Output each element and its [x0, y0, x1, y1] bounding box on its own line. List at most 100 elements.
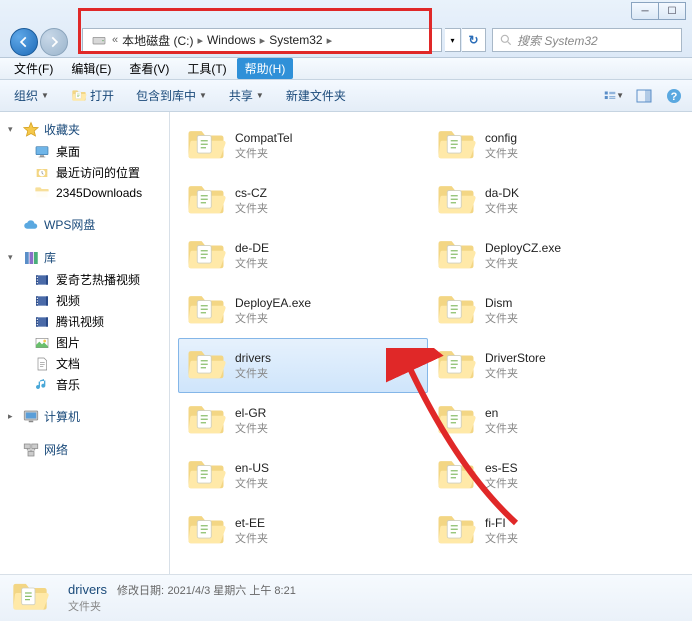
documents-icon — [34, 356, 50, 372]
sidebar-item-documents[interactable]: 文档 — [0, 353, 169, 374]
sidebar-network[interactable]: 网络 — [0, 438, 169, 461]
file-name: fi-FI — [485, 516, 518, 530]
breadcrumb-prefix: « — [111, 34, 119, 46]
file-item[interactable]: cs-CZ文件夹 — [178, 173, 428, 228]
breadcrumb-segment[interactable]: System32 — [266, 32, 325, 48]
minimize-button[interactable]: ─ — [631, 2, 659, 20]
file-name: drivers — [235, 351, 271, 365]
sidebar-item-desktop[interactable]: 桌面 — [0, 141, 169, 162]
file-type: 文件夹 — [235, 255, 269, 271]
file-item[interactable]: DeployEA.exe文件夹 — [178, 283, 428, 338]
file-item[interactable]: en-US文件夹 — [178, 448, 428, 503]
content-pane[interactable]: CompatTel文件夹cs-CZ文件夹de-DE文件夹DeployEA.exe… — [170, 112, 692, 574]
file-name: config — [485, 131, 518, 145]
file-item[interactable]: Dism文件夹 — [428, 283, 678, 338]
chevron-down-icon: ▼ — [256, 91, 264, 100]
sidebar-item-pictures[interactable]: 图片 — [0, 332, 169, 353]
folder-icon — [185, 180, 227, 222]
share-button[interactable]: 共享▼ — [223, 84, 270, 107]
file-item[interactable]: de-DE文件夹 — [178, 228, 428, 283]
maximize-button[interactable]: ☐ — [658, 2, 686, 20]
sidebar-libraries[interactable]: ▾ 库 — [0, 246, 169, 269]
folder-icon — [10, 578, 50, 618]
chevron-right-icon: ▸ — [326, 34, 334, 47]
file-name: es-ES — [485, 461, 518, 475]
folder-icon — [185, 400, 227, 442]
file-item[interactable]: es-ES文件夹 — [428, 448, 678, 503]
file-name: et-EE — [235, 516, 268, 530]
main-area: ▾ 收藏夹 桌面 最近访问的位置 2345Downloads WPS网盘 ▾ 库… — [0, 112, 692, 574]
file-item[interactable]: DriverStore文件夹 — [428, 338, 678, 393]
new-folder-button[interactable]: 新建文件夹 — [280, 84, 352, 107]
preview-pane-button[interactable] — [634, 86, 654, 106]
pictures-icon — [34, 335, 50, 351]
cloud-icon — [22, 217, 40, 233]
view-options-button[interactable]: ▼ — [604, 86, 624, 106]
sidebar-item-music[interactable]: 音乐 — [0, 374, 169, 395]
organize-button[interactable]: 组织▼ — [8, 84, 55, 107]
open-button[interactable]: 打开 — [65, 84, 120, 107]
address-bar[interactable]: « 本地磁盘 (C:) ▸ Windows ▸ System32 ▸ — [82, 28, 442, 52]
file-name: CompatTel — [235, 131, 292, 145]
sidebar-item-downloads[interactable]: 2345Downloads — [0, 183, 169, 203]
details-pane: drivers 修改日期: 2021/4/3 星期六 上午 8:21 文件夹 — [0, 574, 692, 621]
video-icon — [34, 314, 50, 330]
file-item[interactable]: drivers文件夹 — [178, 338, 428, 393]
sidebar-item-iqiyi[interactable]: 爱奇艺热播视频 — [0, 269, 169, 290]
menu-edit[interactable]: 编辑(E) — [63, 58, 119, 79]
search-input[interactable]: 搜索 System32 — [492, 28, 682, 52]
file-type: 文件夹 — [235, 530, 268, 546]
file-name: DriverStore — [485, 351, 546, 365]
breadcrumb-segment[interactable]: 本地磁盘 (C:) — [119, 31, 196, 50]
forward-button[interactable] — [40, 28, 68, 56]
file-type: 文件夹 — [485, 145, 518, 161]
arrow-left-icon — [17, 35, 31, 49]
file-item[interactable]: CompatTel文件夹 — [178, 118, 428, 173]
file-name: de-DE — [235, 241, 269, 255]
folder-icon — [435, 180, 477, 222]
view-icon — [604, 88, 616, 104]
menu-file[interactable]: 文件(F) — [6, 58, 61, 79]
sidebar-computer[interactable]: ▸ 计算机 — [0, 405, 169, 428]
folder-icon — [435, 125, 477, 167]
folder-icon — [185, 290, 227, 332]
refresh-button[interactable]: ↻ — [462, 28, 486, 52]
sidebar-item-videos[interactable]: 视频 — [0, 290, 169, 311]
sidebar-item-tencent[interactable]: 腾讯视频 — [0, 311, 169, 332]
file-type: 文件夹 — [485, 255, 561, 271]
include-in-library-button[interactable]: 包含到库中▼ — [130, 84, 213, 107]
folder-icon — [185, 125, 227, 167]
file-name: DeployCZ.exe — [485, 241, 561, 255]
folder-icon — [435, 510, 477, 552]
back-button[interactable] — [10, 28, 38, 56]
sidebar-item-recent[interactable]: 最近访问的位置 — [0, 162, 169, 183]
chevron-right-icon: ▸ — [196, 34, 204, 47]
details-name: drivers — [68, 582, 107, 597]
breadcrumb-segment[interactable]: Windows — [204, 32, 259, 48]
sidebar-favorites[interactable]: ▾ 收藏夹 — [0, 118, 169, 141]
details-modified-label: 修改日期: — [117, 585, 164, 597]
menu-tools[interactable]: 工具(T) — [179, 58, 234, 79]
help-icon: ? — [666, 88, 682, 104]
file-item[interactable]: en文件夹 — [428, 393, 678, 448]
file-item[interactable]: et-EE文件夹 — [178, 503, 428, 558]
file-item[interactable]: da-DK文件夹 — [428, 173, 678, 228]
video-icon — [34, 272, 50, 288]
file-type: 文件夹 — [485, 200, 519, 216]
folder-icon — [185, 345, 227, 387]
file-item[interactable]: config文件夹 — [428, 118, 678, 173]
help-button[interactable]: ? — [664, 86, 684, 106]
expand-icon: ▸ — [8, 411, 18, 422]
address-dropdown[interactable]: ▾ — [445, 28, 461, 52]
menu-help[interactable]: 帮助(H) — [237, 58, 294, 79]
folder-icon — [435, 235, 477, 277]
menu-view[interactable]: 查看(V) — [121, 58, 177, 79]
file-type: 文件夹 — [485, 365, 546, 381]
sidebar-wps[interactable]: WPS网盘 — [0, 213, 169, 236]
file-item[interactable]: fi-FI文件夹 — [428, 503, 678, 558]
file-item[interactable]: el-GR文件夹 — [178, 393, 428, 448]
arrow-right-icon — [47, 35, 61, 49]
file-item[interactable]: DeployCZ.exe文件夹 — [428, 228, 678, 283]
file-name: da-DK — [485, 186, 519, 200]
drive-icon — [91, 32, 107, 48]
